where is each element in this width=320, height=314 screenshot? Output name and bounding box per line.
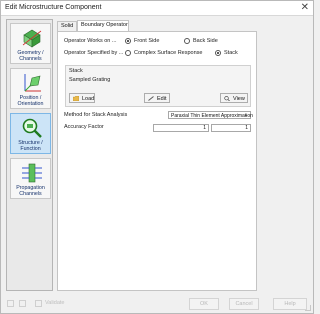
complex-surface-response-label[interactable]: Complex Surface Response [134,50,202,56]
operator-works-on-label: Operator Works on ... [64,38,117,44]
load-button-label: Load [82,95,95,102]
complex-surface-response-radio[interactable] [125,50,131,56]
stack-groupbox: Stack Sampled Grating Load Edit View [65,65,251,107]
magnifier-icon [22,118,42,138]
accuracy-factor-field-2[interactable]: 1 [211,124,251,132]
edit-button-label: Edit [157,95,167,102]
sidebar-item-label: Channels [19,56,42,62]
sidebar-item-label: Function [20,146,41,152]
pencil-icon [148,96,154,101]
edit-microstructure-dialog: Edit Microstructure Component ✕ Geometry… [0,0,314,314]
geometry-icon [22,29,42,48]
front-side-radio[interactable] [125,38,131,44]
stack-group-title: Stack [69,68,83,74]
ok-button[interactable]: OK [189,298,219,310]
chevron-down-icon: ⌄ [243,112,248,118]
sidebar: Geometry / Channels Position / Orientati… [6,19,53,291]
title-bar: Edit Microstructure Component ✕ [1,1,313,16]
tab-boundary-operator[interactable]: Boundary Operator [77,20,129,31]
sidebar-item-propagation[interactable]: Propagation Channels [10,158,51,199]
view-button-label: View [233,95,245,102]
cancel-button[interactable]: Cancel [229,298,259,310]
sidebar-item-position[interactable]: Position / Orientation [10,68,51,109]
save-icon[interactable] [7,300,14,307]
folder-icon [73,96,79,101]
position-icon [24,74,41,92]
stack-radio[interactable] [215,50,221,56]
load-button[interactable]: Load [69,93,95,103]
sidebar-item-geometry[interactable]: Geometry / Channels [10,23,51,64]
front-side-label[interactable]: Front Side [134,38,159,44]
close-icon[interactable]: ✕ [301,2,309,14]
method-label: Method for Stack Analysis [64,112,128,118]
view-button[interactable]: View [220,93,248,103]
sidebar-item-label: Orientation [17,101,44,107]
window-title: Edit Microstructure Component [5,4,102,11]
resize-grip[interactable] [305,305,311,311]
back-side-radio[interactable] [184,38,190,44]
stack-value: Sampled Grating [69,77,111,83]
edit-button[interactable]: Edit [144,93,170,103]
sidebar-item-structure[interactable]: Structure / Function [10,113,51,154]
sidebar-item-label: Channels [19,191,42,197]
help-button[interactable]: Help [273,298,307,310]
accuracy-factor-label: Accuracy Factor [64,124,104,130]
boundary-operator-panel: Operator Works on ... Front Side Back Si… [57,31,257,291]
method-select-value: Paraxial Thin Element Approximation [171,113,253,119]
search-icon [224,96,230,101]
method-select[interactable]: Paraxial Thin Element Approximation ⌄ [168,111,253,119]
accuracy-factor-field-1[interactable]: 1 [153,124,209,132]
copy-icon[interactable] [19,300,26,307]
stack-option-label[interactable]: Stack [224,50,238,56]
channels-icon [22,163,42,183]
tab-solid[interactable]: Solid [57,21,77,31]
validate-label[interactable]: Validate [45,300,64,306]
dialog-footer: Validate OK Cancel Help [1,297,313,313]
operator-specified-by-label: Operator Specified by ... [64,50,124,56]
back-side-label[interactable]: Back Side [193,38,218,44]
validate-icon[interactable] [35,300,42,307]
